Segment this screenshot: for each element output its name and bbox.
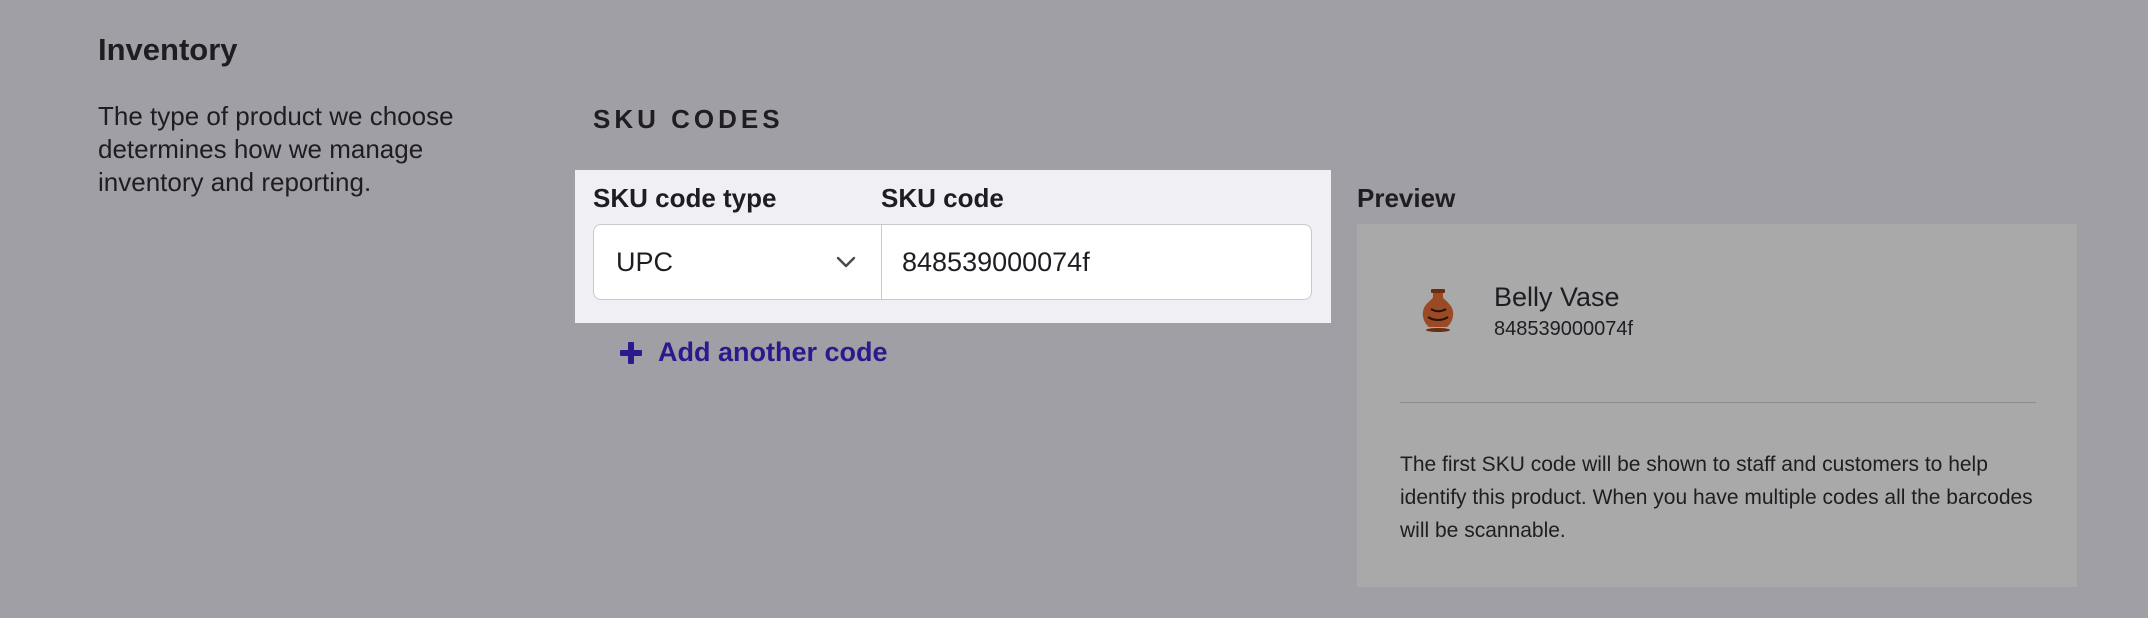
sku-code-type-value: UPC — [616, 246, 674, 277]
product-thumbnail — [1422, 289, 1454, 332]
preview-product-code: 848539000074f — [1494, 318, 1634, 340]
sku-code-input[interactable] — [882, 225, 1311, 299]
add-another-code-label: Add another code — [658, 337, 888, 367]
section-title: Inventory — [98, 32, 238, 67]
section-description: The type of product we choose determines… — [98, 101, 454, 197]
plus-icon — [620, 341, 642, 364]
preview-divider — [1400, 402, 2036, 403]
sku-code-type-select[interactable]: UPC — [594, 225, 882, 299]
sku-code-label: SKU code — [881, 183, 1004, 213]
preview-label: Preview — [1357, 183, 1456, 213]
sku-code-row: UPC — [593, 224, 1312, 300]
sku-codes-heading: SKU CODES — [593, 104, 784, 134]
sku-code-type-label: SKU code type — [593, 183, 777, 213]
preview-product-name: Belly Vase — [1494, 282, 1620, 312]
preview-help-text: The first SKU code will be shown to staf… — [1400, 453, 2033, 542]
chevron-down-icon — [836, 256, 856, 268]
add-another-code-button[interactable]: Add another code — [620, 337, 888, 368]
